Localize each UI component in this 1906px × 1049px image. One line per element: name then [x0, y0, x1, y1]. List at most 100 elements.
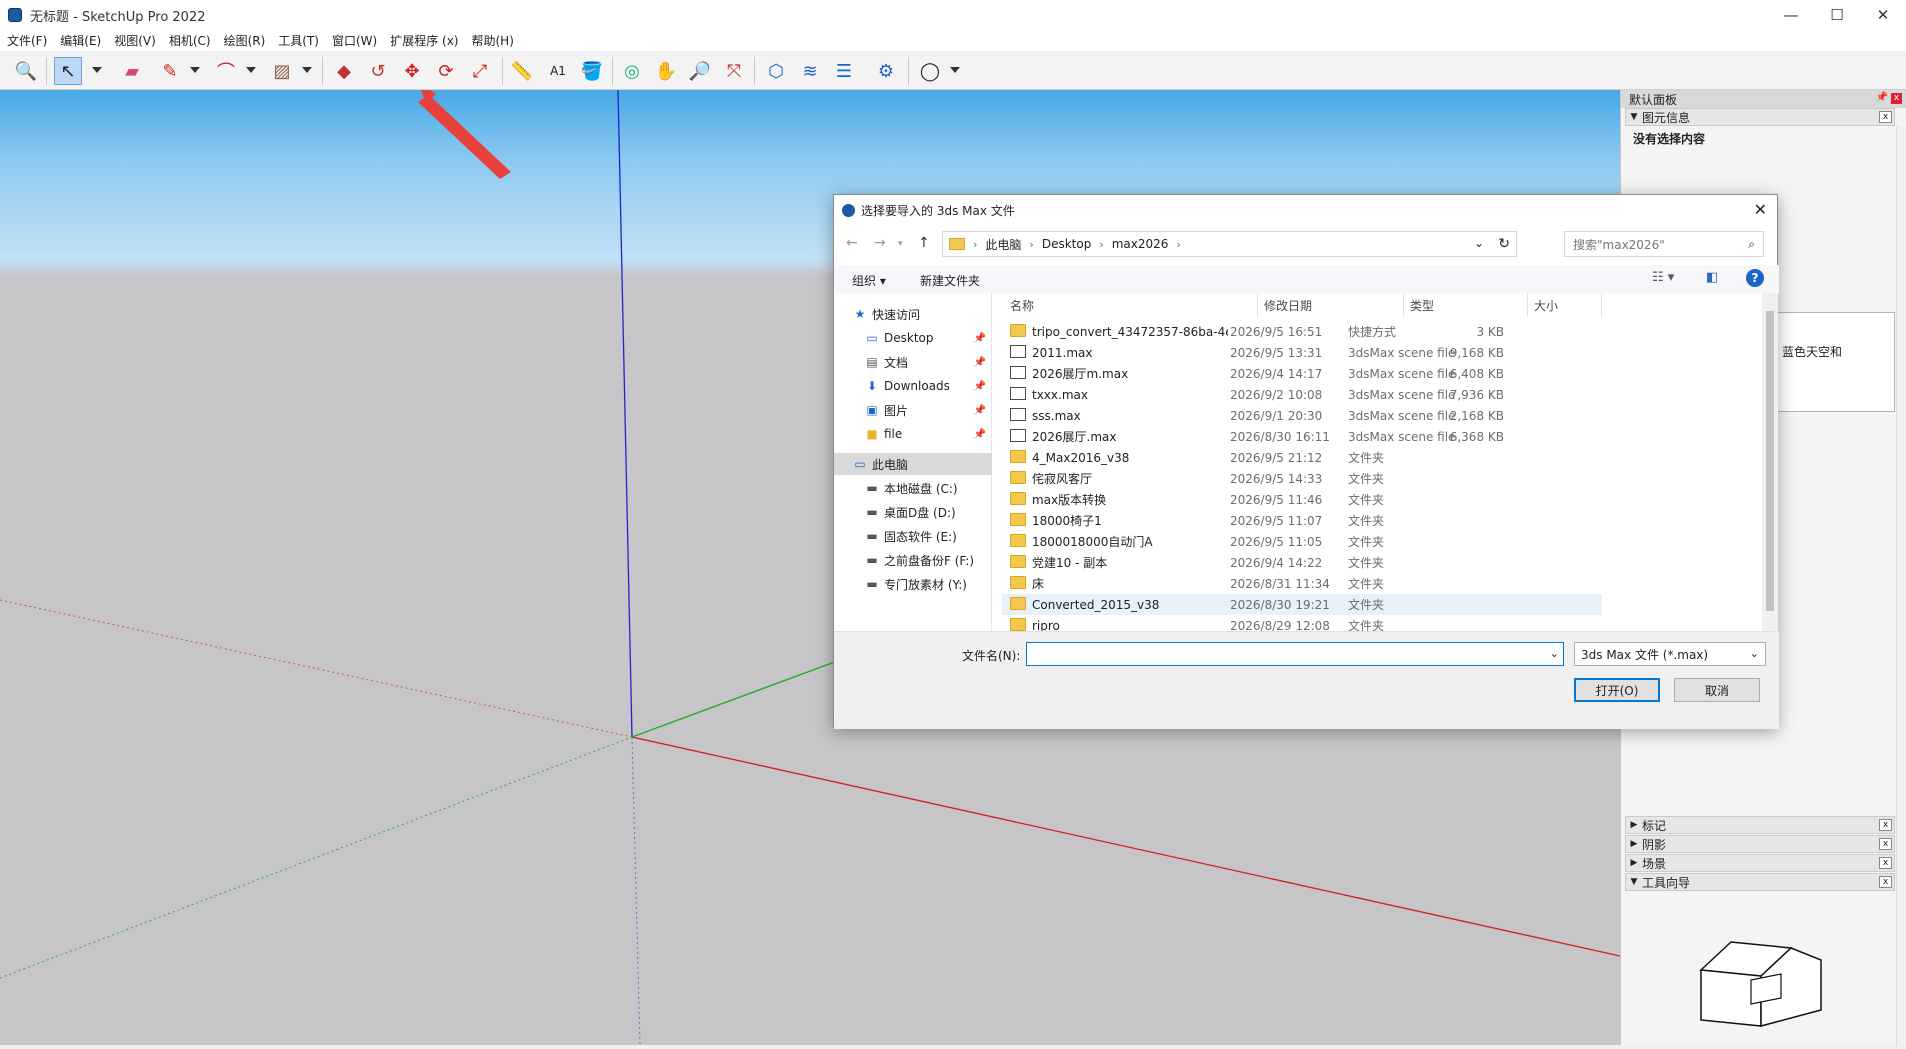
section-close-icon[interactable]: x [1879, 819, 1892, 831]
chevron-down-icon[interactable]: ⌄ [1474, 236, 1484, 250]
close-button[interactable]: ✕ [1860, 0, 1906, 30]
menu-view[interactable]: 视图(V) [114, 32, 156, 49]
file-row[interactable]: sss.max 2026/9/1 20:30 3dsMax scene file 2,… [1002, 405, 1602, 426]
column-name[interactable]: 名称 [1002, 293, 1258, 317]
breadcrumb-desktop[interactable]: Desktop [1042, 237, 1092, 251]
account-icon[interactable]: ◯ [916, 57, 944, 85]
file-row[interactable]: 2026展厅m.max 2026/9/4 14:17 3dsMax scene fi… [1002, 363, 1602, 384]
tags-section[interactable]: ▶ 标记 x [1625, 816, 1895, 834]
back-arrow-icon[interactable]: ← [846, 235, 858, 251]
eraser-icon[interactable]: ▰ [118, 57, 146, 85]
nav-item[interactable]: ▣ 图片 📌 [834, 399, 992, 421]
menu-file[interactable]: 文件(F) [7, 32, 47, 49]
filename-input[interactable]: ⌄ [1026, 642, 1564, 666]
instructor-section[interactable]: ▼ 工具向导 x [1625, 873, 1895, 891]
address-bar[interactable]: › 此电脑 › Desktop › max2026 › ⌄ ↻ [942, 231, 1517, 257]
file-row[interactable]: 1800018000自动门A 2026/9/5 11:05 文件夹 [1002, 531, 1602, 552]
column-type[interactable]: 类型 [1404, 293, 1528, 317]
dialog-close-icon[interactable]: ✕ [1754, 200, 1767, 219]
recent-dropdown-icon[interactable]: ▾ [898, 239, 903, 249]
nav-item[interactable]: ▬ 之前盘备份F (F:) [834, 549, 992, 571]
organize-button[interactable]: 组织 ▾ [852, 272, 886, 289]
pan-icon[interactable]: ✋ [652, 57, 680, 85]
new-folder-button[interactable]: 新建文件夹 [920, 272, 980, 289]
file-row[interactable]: txxx.max 2026/9/2 10:08 3dsMax scene file 7… [1002, 384, 1602, 405]
filetype-select[interactable]: 3ds Max 文件 (*.max) ⌄ [1574, 642, 1766, 666]
nav-item[interactable]: ▭ 此电脑 [834, 453, 992, 475]
forward-arrow-icon[interactable]: → [874, 235, 886, 251]
menu-window[interactable]: 窗口(W) [332, 32, 377, 49]
menu-camera[interactable]: 相机(C) [169, 32, 211, 49]
layout-icon[interactable]: ☰ [830, 57, 858, 85]
scenes-section[interactable]: ▶ 场景 x [1625, 854, 1895, 872]
tray-scrollbar[interactable] [1896, 126, 1906, 1046]
pin-icon[interactable]: 📌 [974, 429, 986, 440]
scale-icon[interactable]: ⤢ [466, 57, 494, 85]
breadcrumb-max2026[interactable]: max2026 [1112, 237, 1169, 251]
nav-item[interactable]: ▬ 本地磁盘 (C:) [834, 477, 992, 499]
section-close-icon[interactable]: x [1879, 876, 1892, 888]
extension-warehouse-icon[interactable]: ≋ [796, 57, 824, 85]
search-box[interactable]: 搜索"max2026" ⌕ [1564, 231, 1764, 257]
open-button[interactable]: 打开(O) [1574, 678, 1660, 702]
cancel-button[interactable]: 取消 [1674, 678, 1760, 702]
nav-item[interactable]: ▭ Desktop 📌 [834, 327, 992, 349]
file-row[interactable]: 2026展厅.max 2026/8/30 16:11 3dsMax scene fi… [1002, 426, 1602, 447]
extension-manager-icon[interactable]: ⚙ [872, 57, 900, 85]
shadows-section[interactable]: ▶ 阴影 x [1625, 835, 1895, 853]
tape-measure-icon[interactable]: 📏 [508, 57, 536, 85]
zoom-icon[interactable]: 🔍 [12, 57, 40, 85]
arc-icon[interactable]: ⌒ [212, 57, 240, 85]
help-icon[interactable]: ? [1746, 269, 1764, 287]
menu-tools[interactable]: 工具(T) [278, 32, 319, 49]
refresh-icon[interactable]: ↻ [1498, 236, 1510, 252]
breadcrumb-this-pc[interactable]: 此电脑 [985, 236, 1021, 253]
zoom-tool-icon[interactable]: 🔎 [686, 57, 714, 85]
view-options-icon[interactable]: ☷ ▾ [1652, 270, 1674, 285]
follow-me-icon[interactable]: ↺ [364, 57, 392, 85]
paint-bucket-icon[interactable]: 🪣 [578, 57, 606, 85]
section-close-icon[interactable]: x [1879, 857, 1892, 869]
up-arrow-icon[interactable]: ↑ [918, 235, 930, 251]
pin-icon[interactable]: 📌 [1876, 92, 1888, 103]
select-tool-icon[interactable]: ↖ [54, 57, 82, 85]
move-icon[interactable]: ✥ [398, 57, 426, 85]
pin-icon[interactable]: 📌 [974, 405, 986, 416]
search-icon[interactable]: ⌕ [1748, 237, 1755, 252]
section-close-icon[interactable]: x [1879, 838, 1892, 850]
push-pull-icon[interactable]: ◆ [330, 57, 358, 85]
nav-item[interactable]: ⬇ Downloads 📌 [834, 375, 992, 397]
scrollbar-thumb[interactable] [1766, 311, 1774, 611]
menu-draw[interactable]: 绘图(R) [224, 32, 266, 49]
text-icon[interactable]: A1 [544, 57, 572, 85]
pencil-icon[interactable]: ✎ [156, 57, 184, 85]
select-dropdown-icon[interactable] [92, 67, 102, 73]
rectangle-icon[interactable]: ▨ [268, 57, 296, 85]
file-row[interactable]: 党建10 - 副本 2026/9/4 14:22 文件夹 [1002, 552, 1602, 573]
menu-help[interactable]: 帮助(H) [471, 32, 513, 49]
file-row[interactable]: Converted_2015_v38 2026/8/30 19:21 文件夹 [1002, 594, 1602, 615]
file-row[interactable]: 18000椅子1 2026/9/5 11:07 文件夹 [1002, 510, 1602, 531]
line-dropdown-icon[interactable] [190, 67, 200, 73]
minimize-button[interactable]: — [1768, 0, 1814, 30]
rotate-icon[interactable]: ⟳ [432, 57, 460, 85]
pin-icon[interactable]: 📌 [974, 381, 986, 392]
chevron-down-icon[interactable]: ⌄ [1550, 647, 1559, 660]
preview-pane-icon[interactable]: ◧ [1706, 270, 1718, 285]
zoom-extents-icon[interactable]: ⤧ [720, 57, 748, 85]
pin-icon[interactable]: 📌 [974, 333, 986, 344]
maximize-button[interactable]: ☐ [1814, 0, 1860, 30]
menu-edit[interactable]: 编辑(E) [60, 32, 101, 49]
pin-icon[interactable]: 📌 [974, 357, 986, 368]
nav-item[interactable]: ★ 快速访问 [834, 303, 992, 325]
menu-extensions[interactable]: 扩展程序 (x) [390, 32, 458, 49]
file-row[interactable]: 侘寂风客厅 2026/9/5 14:33 文件夹 [1002, 468, 1602, 489]
file-list-scrollbar[interactable] [1762, 293, 1778, 631]
column-size[interactable]: 大小 [1528, 293, 1602, 317]
file-row[interactable]: ripro 2026/8/29 12:08 文件夹 [1002, 615, 1602, 631]
nav-item[interactable]: ▬ 桌面D盘 (D:) [834, 501, 992, 523]
nav-item[interactable]: ▬ 专门放素材 (Y:) [834, 573, 992, 595]
section-close-icon[interactable]: x [1879, 111, 1892, 123]
account-dropdown-icon[interactable] [950, 67, 960, 73]
file-row[interactable]: 4_Max2016_v38 2026/9/5 21:12 文件夹 [1002, 447, 1602, 468]
